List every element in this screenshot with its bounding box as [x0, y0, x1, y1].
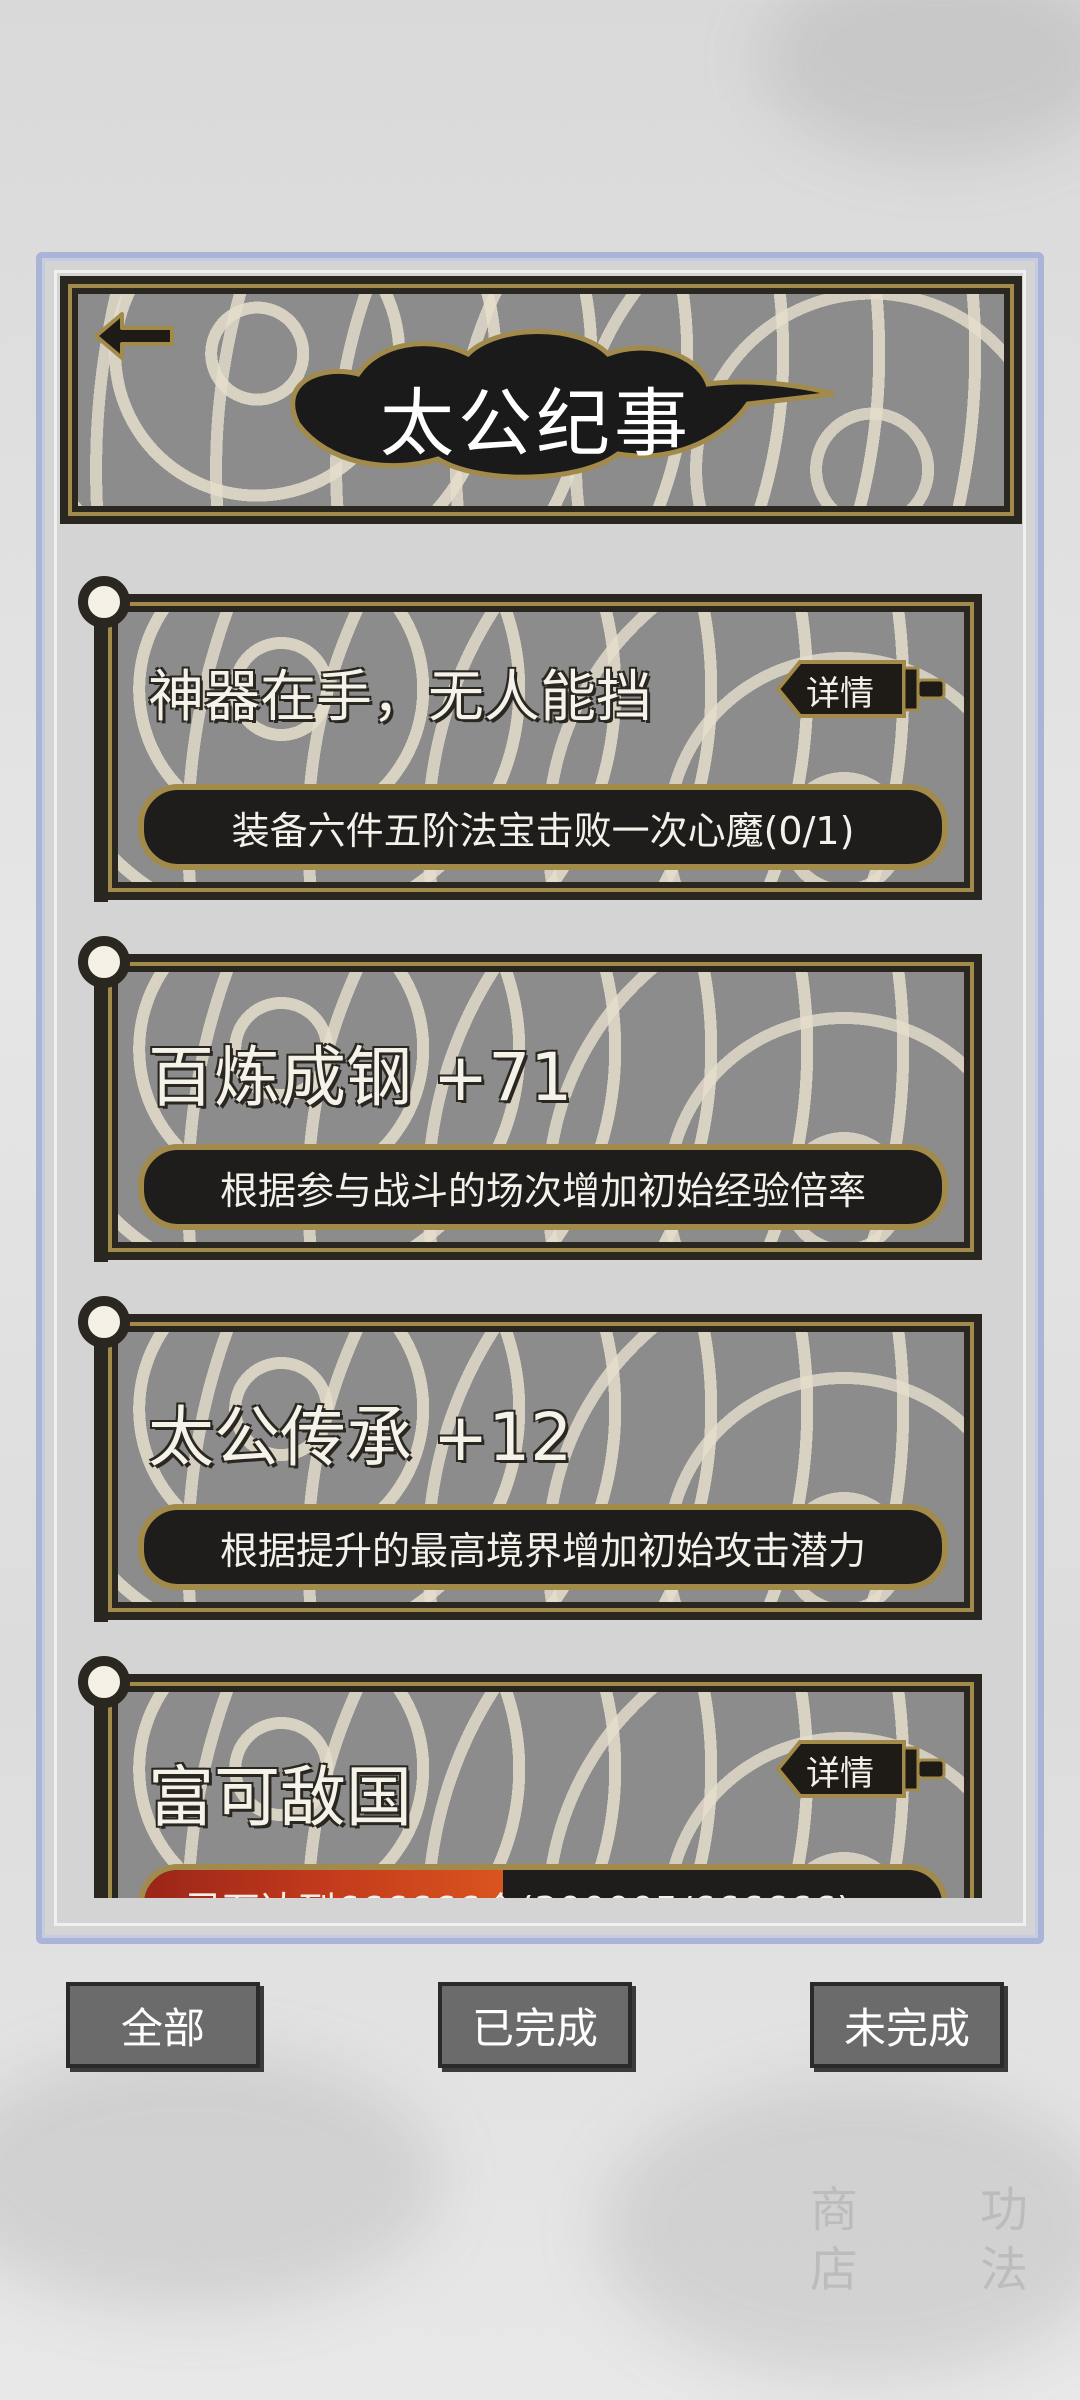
card-scroll-edge: [94, 1692, 108, 1898]
tab-completed[interactable]: 已完成: [438, 1982, 632, 2068]
achievement-title: 富可敌国: [148, 1759, 412, 1836]
achievement-card: 神器在手，无人能挡 详情 装备六件五阶法宝击败一次心魔(0/1): [78, 576, 982, 902]
card-scroll-edge: [94, 612, 108, 902]
page-title: 太公纪事: [380, 381, 692, 467]
achievement-list[interactable]: 神器在手，无人能挡 详情 装备六件五阶法宝击败一次心魔(0/1) 百炼成钢 +7…: [60, 560, 1010, 1898]
card-pin-icon: [78, 1296, 130, 1348]
tab-incomplete[interactable]: 未完成: [810, 1982, 1004, 2068]
watermark-shop-2: 店: [810, 2242, 859, 2298]
header-banner: 太公纪事: [60, 276, 1022, 524]
tab-all[interactable]: 全部: [66, 1982, 260, 2068]
card-pin-icon: [78, 936, 130, 988]
achievement-progress-bar: 灵石达到666666个(300005/666666): [138, 1864, 948, 1898]
detail-label: 详情: [806, 674, 874, 714]
detail-label: 详情: [806, 1754, 874, 1794]
back-arrow-icon[interactable]: [88, 306, 178, 366]
achievement-card: 富可敌国 详情 灵石达到666666个(300005/666666): [78, 1656, 982, 1898]
watermark-skill-2: 法: [980, 2242, 1029, 2298]
achievement-card: 百炼成钢 +71 根据参与战斗的场次增加初始经验倍率: [78, 936, 982, 1262]
achievement-description: 根据参与战斗的场次增加初始经验倍率: [138, 1144, 948, 1230]
achievement-title: 太公传承 +12: [148, 1399, 573, 1476]
achievement-description: 根据提升的最高境界增加初始攻击潜力: [138, 1504, 948, 1590]
achievement-card: 太公传承 +12 根据提升的最高境界增加初始攻击潜力: [78, 1296, 982, 1622]
progress-text: 灵石达到666666个(300005/666666): [184, 1880, 852, 1899]
achievement-title: 百炼成钢 +71: [148, 1039, 573, 1116]
achievement-title: 神器在手，无人能挡: [148, 665, 652, 730]
detail-button[interactable]: 详情: [776, 654, 948, 724]
card-scroll-edge: [94, 972, 108, 1262]
detail-button[interactable]: 详情: [776, 1734, 948, 1804]
card-pin-icon: [78, 576, 130, 628]
card-pin-icon: [78, 1656, 130, 1708]
achievement-description: 装备六件五阶法宝击败一次心魔(0/1): [138, 784, 948, 870]
card-scroll-edge: [94, 1332, 108, 1622]
